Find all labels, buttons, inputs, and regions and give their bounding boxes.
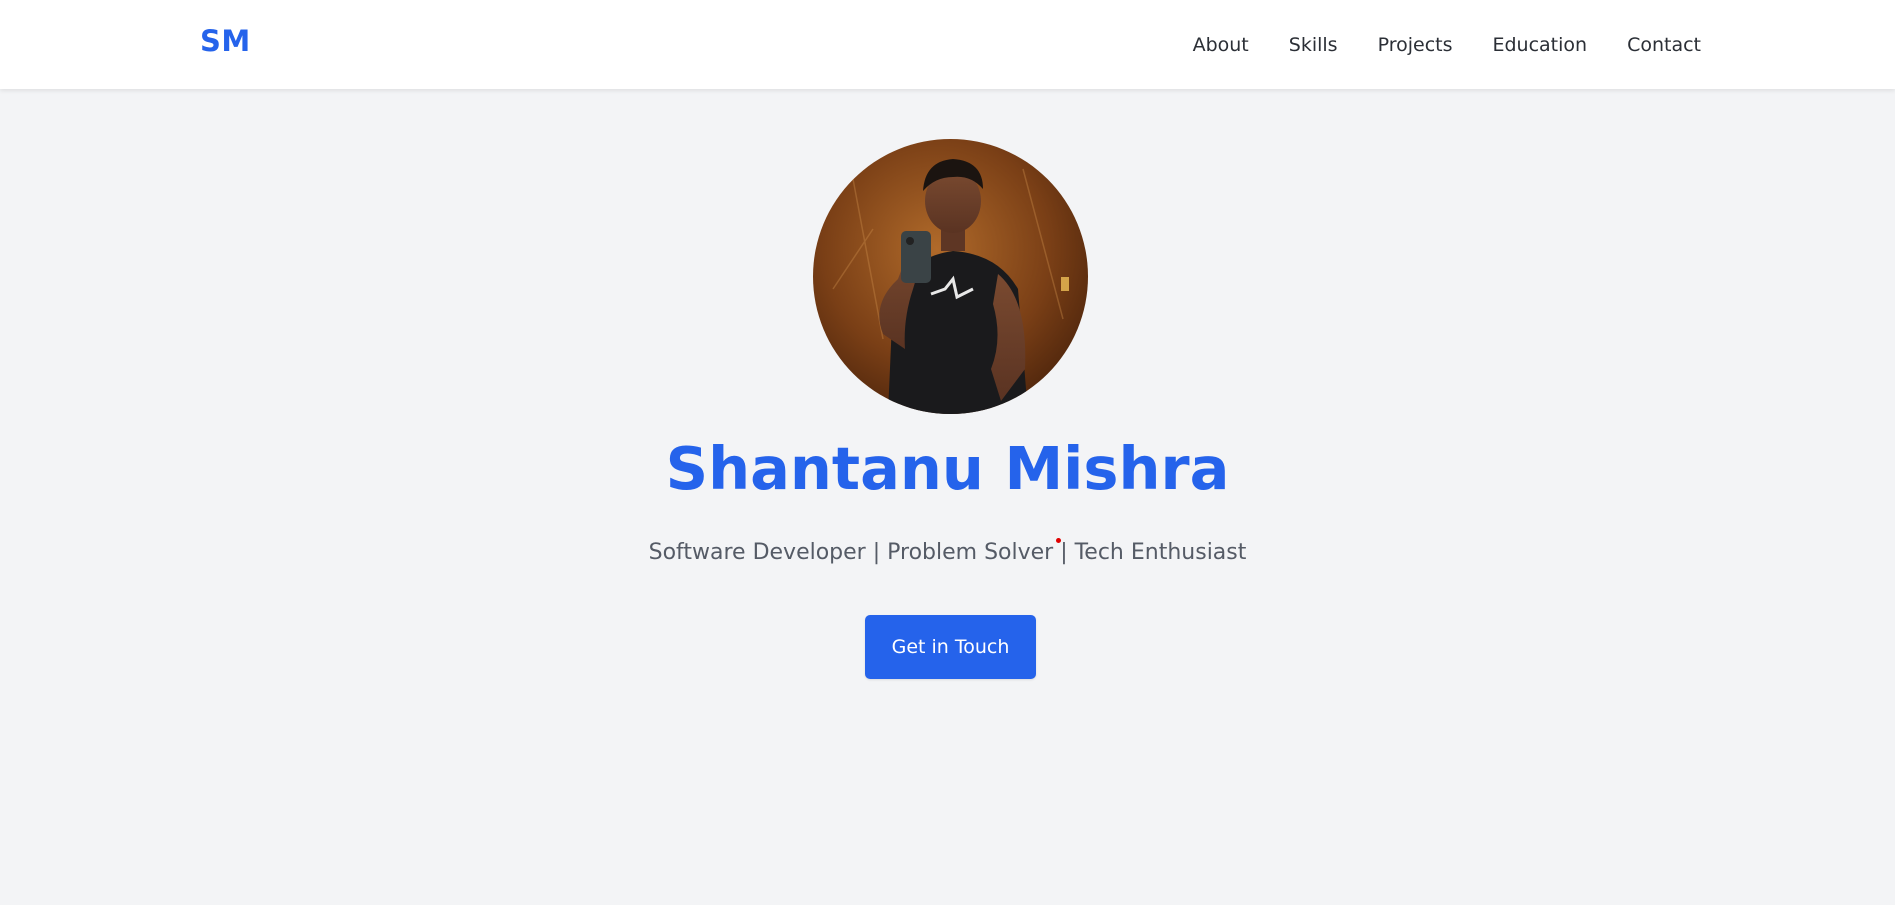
profile-avatar xyxy=(813,139,1088,414)
cursor-dot xyxy=(1056,538,1061,543)
nav-link-education[interactable]: Education xyxy=(1492,34,1587,56)
hero-tagline: Software Developer | Problem Solver | Te… xyxy=(648,540,1247,565)
profile-photo-image xyxy=(813,139,1088,414)
hero-section: Shantanu Mishra Software Developer | Pro… xyxy=(0,89,1895,905)
nav-menu: About Skills Projects Education Contact xyxy=(1153,0,1701,89)
nav-link-projects[interactable]: Projects xyxy=(1378,34,1453,56)
logo-link[interactable]: SM xyxy=(200,24,251,58)
nav-link-contact[interactable]: Contact xyxy=(1627,34,1701,56)
nav-link-about[interactable]: About xyxy=(1193,34,1249,56)
hero-name: Shantanu Mishra xyxy=(665,434,1230,503)
nav-link-skills[interactable]: Skills xyxy=(1289,34,1338,56)
navbar: SM About Skills Projects Education Conta… xyxy=(0,0,1895,89)
get-in-touch-button[interactable]: Get in Touch xyxy=(865,615,1036,679)
